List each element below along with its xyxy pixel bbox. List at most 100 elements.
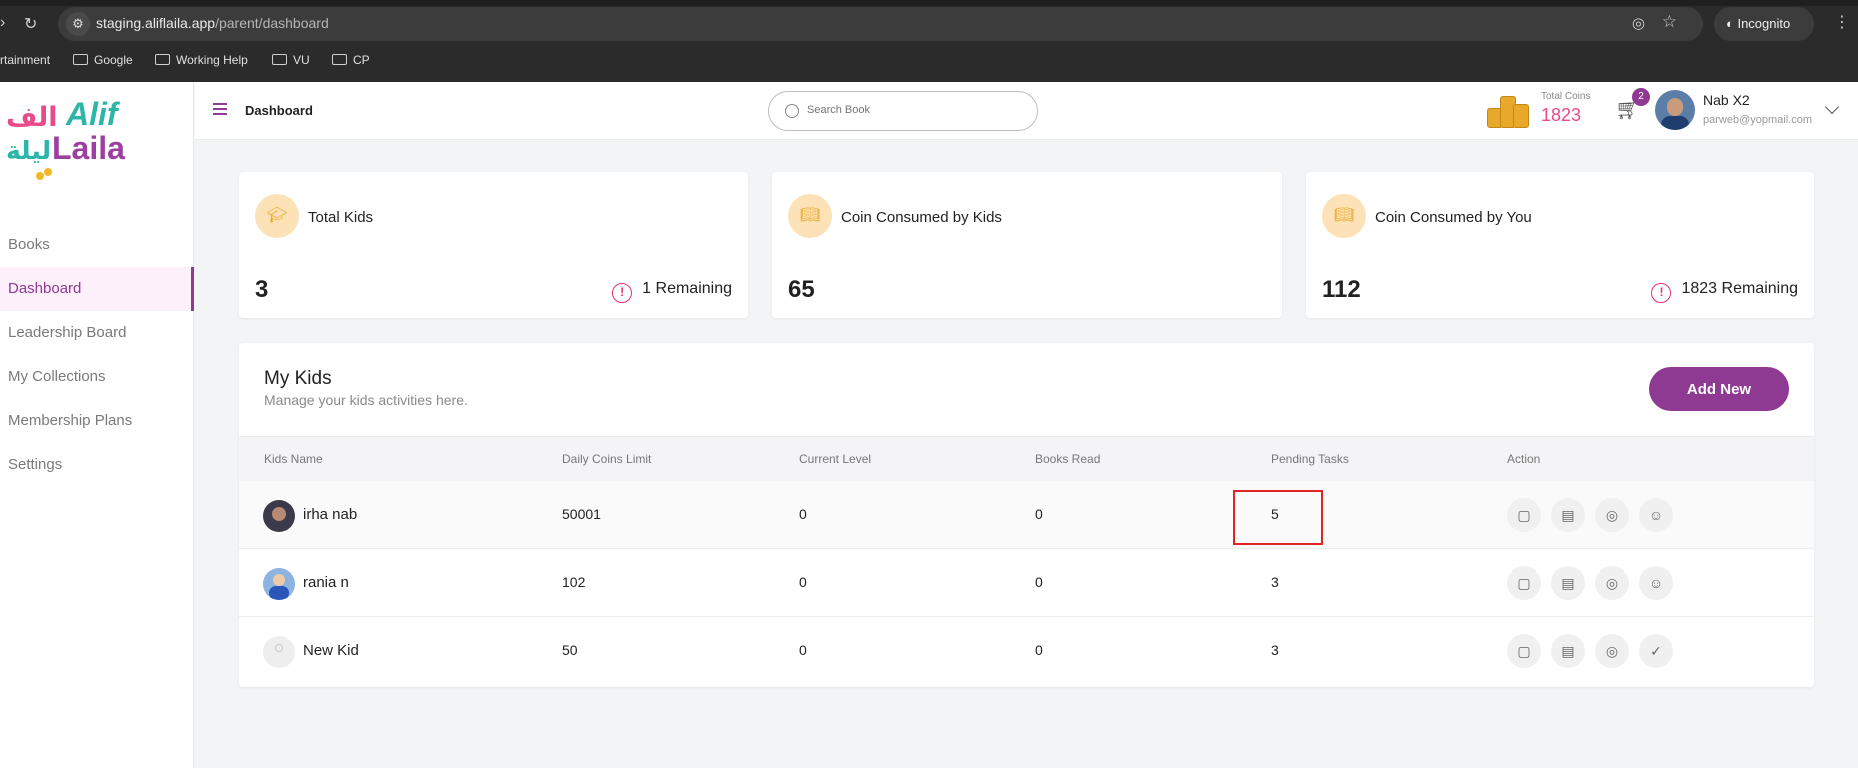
book-icon: 📖︎ [788, 194, 832, 238]
stat-title: Coin Consumed by Kids [841, 209, 1002, 226]
column-header: Daily Coins Limit [562, 452, 652, 466]
stat-value: 112 [1322, 276, 1361, 303]
user-check-icon[interactable]: ✓ [1639, 634, 1673, 668]
panel-title: My Kids [264, 368, 332, 389]
breadcrumb: Dashboard [245, 103, 313, 118]
browser-menu-icon[interactable]: ⋮ [1834, 12, 1850, 32]
bookmark-vu[interactable]: VU [272, 53, 310, 67]
alert-circle-icon: ! [1651, 283, 1672, 303]
table-header: Kids Name Daily Coins Limit Current Leve… [239, 436, 1814, 481]
stat-remaining: ! 1 Remaining [612, 280, 732, 303]
sidebar-item-my-collections[interactable]: My Collections [0, 355, 194, 399]
books-read: 0 [1035, 506, 1043, 522]
total-coins-value: 1823 [1541, 105, 1582, 125]
table-row[interactable]: New Kid 50 0 0 3 ▢ ▤ ◎ ✓ [239, 617, 1814, 685]
logo-dot [36, 172, 44, 180]
column-header: Kids Name [264, 452, 323, 466]
annotation-highlight-box [1233, 490, 1323, 545]
books-read: 0 [1035, 574, 1043, 590]
column-header: Pending Tasks [1271, 452, 1349, 466]
column-header: Books Read [1035, 452, 1101, 466]
sidebar-item-books[interactable]: Books [0, 223, 194, 267]
coins-icon[interactable]: ◎ [1595, 498, 1629, 532]
daily-coins-limit: 50001 [562, 506, 601, 522]
books-read: 0 [1035, 642, 1043, 658]
chevron-down-icon[interactable] [1824, 99, 1840, 115]
sidebar-item-dashboard[interactable]: Dashboard [0, 267, 194, 311]
browser-chrome: › ↻ ⚙ staging.aliflaila.app/parent/dashb… [0, 0, 1858, 82]
table-row[interactable]: irha nab 50001 0 0 5 ▢ ▤ ◎ ☺ [239, 481, 1814, 549]
kid-avatar-placeholder [263, 636, 295, 668]
kid-name: New Kid [303, 642, 359, 659]
folder-icon [332, 54, 347, 65]
bookmark-entertainment[interactable]: rtainment [0, 53, 50, 67]
user-settings-icon[interactable]: ☺ [1639, 566, 1673, 600]
bookmark-cp[interactable]: CP [332, 53, 370, 67]
stat-remaining: ! 1823 Remaining [1651, 280, 1798, 303]
sidebar-item-settings[interactable]: Settings [0, 443, 194, 487]
daily-coins-limit: 50 [562, 642, 578, 658]
lock-icon[interactable]: ▢ [1507, 566, 1541, 600]
stat-card-total-kids: 🎓︎ Total Kids 3 ! 1 Remaining [239, 172, 748, 318]
alif-laila-logo[interactable]: الف Alif ليلة Laila [4, 96, 134, 180]
table-row[interactable]: rania n 102 0 0 3 ▢ ▤ ◎ ☺ [239, 549, 1814, 617]
column-header: Action [1507, 452, 1541, 466]
logo-arabic-top: الف [6, 102, 58, 132]
user-avatar[interactable] [1655, 90, 1695, 130]
logo-arabic-bottom: ليلة [6, 137, 51, 165]
logo-text-bottom: Laila [52, 130, 125, 166]
bookmark-star-icon[interactable]: ☆ [1662, 12, 1677, 32]
coins-icon[interactable]: ◎ [1595, 566, 1629, 600]
folder-icon [155, 54, 170, 65]
tab-strip [0, 0, 1858, 6]
coins-icon[interactable]: ◎ [1595, 634, 1629, 668]
daily-coins-limit: 102 [562, 574, 586, 590]
folder-icon [272, 54, 287, 65]
current-level: 0 [799, 574, 807, 590]
hamburger-menu-icon[interactable] [213, 103, 227, 115]
book-icon: 📖︎ [1322, 194, 1366, 238]
panel-subtitle: Manage your kids activities here. [264, 392, 468, 408]
current-level: 0 [799, 642, 807, 658]
add-new-button[interactable]: Add New [1649, 367, 1789, 411]
graduation-cap-icon: 🎓︎ [255, 194, 299, 238]
stat-value: 65 [788, 276, 815, 303]
site-settings-icon[interactable]: ⚙ [66, 12, 90, 36]
user-settings-icon[interactable]: ☺ [1639, 498, 1673, 532]
sidebar: الف Alif ليلة Laila Books Dashboard Lead… [0, 82, 194, 768]
forward-icon[interactable]: › [0, 14, 5, 32]
kid-name: rania n [303, 574, 349, 591]
eye-off-icon[interactable]: ◎ [1632, 14, 1645, 32]
sidebar-item-membership-plans[interactable]: Membership Plans [0, 399, 194, 443]
logo-text-top: Alif [66, 96, 118, 132]
cart-count-badge: 2 [1632, 88, 1650, 106]
reload-icon[interactable]: ↻ [24, 14, 37, 34]
current-level: 0 [799, 506, 807, 522]
search-input[interactable] [807, 104, 1027, 116]
lock-icon[interactable]: ▢ [1507, 634, 1541, 668]
incognito-chip[interactable]: ◐ Incognito [1714, 7, 1814, 41]
books-icon[interactable]: ▤ [1551, 634, 1585, 668]
app-header: Dashboard Total Coins 1823 🛒︎ 2 Nab X2 p… [195, 82, 1858, 140]
incognito-icon: ◐ [1726, 16, 1738, 31]
pending-tasks: 3 [1271, 642, 1279, 658]
kid-avatar [263, 568, 295, 600]
stat-card-coin-consumed-you: 📖︎ Coin Consumed by You 112 ! 1823 Remain… [1306, 172, 1814, 318]
stat-title: Total Kids [308, 209, 374, 226]
address-bar[interactable]: ⚙ staging.aliflaila.app/parent/dashboard… [58, 7, 1703, 41]
books-icon[interactable]: ▤ [1551, 566, 1585, 600]
sidebar-item-leadership-board[interactable]: Leadership Board [0, 311, 194, 355]
search-icon [785, 104, 799, 118]
books-icon[interactable]: ▤ [1551, 498, 1585, 532]
lock-icon[interactable]: ▢ [1507, 498, 1541, 532]
user-email: parweb@yopmail.com [1703, 114, 1812, 126]
pending-tasks: 3 [1271, 574, 1279, 590]
bookmark-google[interactable]: Google [73, 53, 133, 67]
stat-card-coin-consumed-kids: 📖︎ Coin Consumed by Kids 65 [772, 172, 1282, 318]
search-box[interactable] [768, 91, 1038, 131]
folder-icon [73, 54, 88, 65]
column-header: Current Level [799, 452, 872, 466]
bookmark-working-help[interactable]: Working Help [155, 53, 248, 67]
logo-dot [44, 168, 52, 176]
user-name: Nab X2 [1703, 92, 1750, 108]
